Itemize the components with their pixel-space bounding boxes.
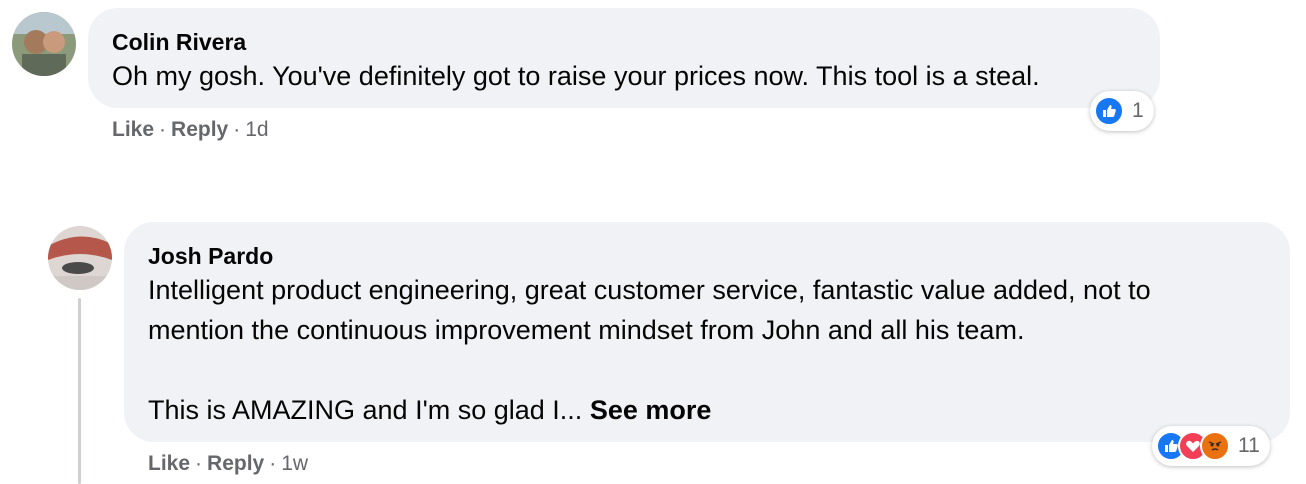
separator: · xyxy=(195,452,203,475)
separator: · xyxy=(159,118,167,141)
reaction-count: 11 xyxy=(1238,434,1260,457)
avatar-josh-pardo[interactable] xyxy=(48,226,112,290)
comment-text-line: mention the continuous improvement minds… xyxy=(148,315,1025,345)
comment-actions: Like · Reply · 1w xyxy=(148,452,308,476)
separator: · xyxy=(233,118,241,141)
comment-author[interactable]: Colin Rivera xyxy=(112,29,246,56)
comment-text: Oh my gosh. You've definitely got to rai… xyxy=(112,61,1040,91)
comment-bubble: Josh Pardo Intelligent product engineeri… xyxy=(124,222,1290,442)
avatar-colin-rivera[interactable] xyxy=(12,12,76,76)
comment-bubble: Colin Rivera Oh my gosh. You've definite… xyxy=(88,8,1160,108)
like-button[interactable]: Like xyxy=(112,118,154,141)
reply-button[interactable]: Reply xyxy=(171,118,228,141)
comment-text-line: Intelligent product engineering, great c… xyxy=(148,275,1151,305)
comment-actions: Like · Reply · 1d xyxy=(112,118,269,142)
angry-icon xyxy=(1200,431,1230,461)
timestamp[interactable]: 1w xyxy=(281,452,308,475)
reaction-summary[interactable]: 1 xyxy=(1090,91,1154,131)
reply-button[interactable]: Reply xyxy=(207,452,264,475)
comment-text-truncated: This is AMAZING and I'm so glad I... xyxy=(148,395,583,425)
thread-line xyxy=(78,298,81,484)
reaction-count: 1 xyxy=(1132,99,1144,122)
comment-author[interactable]: Josh Pardo xyxy=(148,243,273,270)
timestamp[interactable]: 1d xyxy=(245,118,268,141)
reaction-summary[interactable]: 11 xyxy=(1152,426,1270,466)
see-more-link[interactable]: See more xyxy=(590,395,712,425)
like-button[interactable]: Like xyxy=(148,452,190,475)
comment-text-line: This is AMAZING and I'm so glad I... See… xyxy=(148,390,711,430)
separator: · xyxy=(269,452,277,475)
like-icon xyxy=(1094,96,1124,126)
